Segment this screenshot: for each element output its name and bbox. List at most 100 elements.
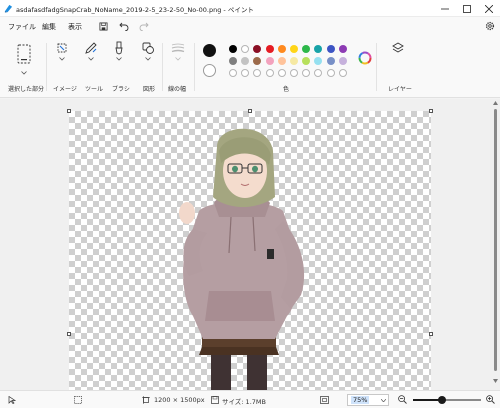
ribbon-divider	[194, 43, 195, 91]
palette-color-swatch[interactable]	[229, 45, 237, 53]
file-size: サイズ: 1.7MB	[222, 398, 266, 406]
redo-button[interactable]	[138, 20, 150, 32]
paint-app-icon	[4, 4, 13, 13]
custom-color-slot[interactable]	[253, 69, 262, 77]
palette-color-swatch[interactable]	[314, 57, 323, 65]
close-button[interactable]	[478, 0, 500, 17]
canvas-area[interactable]	[0, 99, 491, 390]
edit-colors-button[interactable]	[352, 51, 378, 65]
layers-label: レイヤー	[388, 86, 412, 93]
settings-button[interactable]	[484, 20, 496, 32]
selection-icon	[17, 44, 31, 64]
scroll-up-icon[interactable]	[493, 101, 498, 105]
chevron-down-icon	[145, 57, 151, 61]
palette-color-swatch[interactable]	[290, 45, 298, 53]
image-canvas[interactable]	[69, 111, 431, 390]
line-width-icon	[171, 43, 185, 53]
redo-icon	[139, 22, 149, 31]
palette-color-swatch[interactable]	[302, 45, 311, 53]
scrollbar-thumb[interactable]	[494, 109, 497, 371]
minimize-button[interactable]	[434, 0, 456, 17]
shapes-icon	[142, 42, 154, 54]
maximize-button[interactable]	[456, 0, 478, 17]
chevron-down-icon	[175, 57, 181, 61]
primary-color-swatch[interactable]	[203, 44, 216, 57]
palette-color-swatch[interactable]	[338, 45, 347, 53]
custom-color-slot[interactable]	[265, 69, 274, 77]
palette-color-swatch[interactable]	[290, 57, 298, 65]
chevron-down-icon	[88, 57, 94, 61]
palette-color-swatch[interactable]	[265, 45, 274, 53]
zoom-out-icon[interactable]	[398, 395, 407, 404]
shapes-label: 図形	[143, 86, 156, 93]
palette-color-swatch[interactable]	[253, 57, 262, 65]
zoom-value: 75%	[351, 396, 370, 404]
custom-color-slot[interactable]	[241, 69, 250, 77]
custom-color-slot[interactable]	[277, 69, 286, 77]
line-width-tool[interactable]	[165, 41, 191, 61]
palette-color-swatch[interactable]	[265, 57, 274, 65]
menu-edit[interactable]: 編集	[42, 22, 56, 32]
menu-bar: ファイル 編集 表示	[0, 17, 500, 35]
palette-color-swatch[interactable]	[277, 45, 286, 53]
save-button[interactable]	[97, 20, 109, 32]
selection-size-icon	[74, 396, 82, 404]
layers-button[interactable]	[385, 41, 411, 57]
resize-handle[interactable]	[429, 109, 433, 113]
tools-tool[interactable]	[78, 41, 104, 61]
zoom-in-icon[interactable]	[486, 395, 495, 404]
ribbon-divider	[376, 43, 377, 91]
custom-color-slot[interactable]	[338, 69, 347, 77]
resize-handle[interactable]	[67, 332, 71, 336]
color-wheel-icon	[358, 51, 372, 65]
gear-icon	[485, 21, 495, 31]
selection-tool[interactable]	[11, 41, 37, 75]
zoom-slider[interactable]	[413, 396, 481, 404]
line-width-label: 線の幅	[168, 86, 187, 93]
palette-color-swatch[interactable]	[326, 57, 335, 65]
image-label: イメージ	[53, 86, 77, 93]
palette-color-swatch[interactable]	[277, 57, 286, 65]
resize-handle[interactable]	[67, 109, 71, 113]
waving-hand	[179, 202, 195, 224]
ribbon-divider	[46, 43, 47, 91]
custom-color-slot[interactable]	[302, 69, 311, 77]
custom-color-slot[interactable]	[229, 69, 237, 77]
menu-file[interactable]: ファイル	[8, 22, 36, 32]
shapes-tool[interactable]	[135, 41, 161, 61]
colors-label: 色	[283, 86, 290, 93]
save-icon	[98, 21, 108, 31]
zoom-slider-thumb[interactable]	[437, 396, 446, 404]
custom-color-slot[interactable]	[314, 69, 323, 77]
cursor-position-icon	[8, 396, 16, 404]
undo-icon	[119, 22, 129, 31]
menu-view[interactable]: 表示	[68, 22, 82, 32]
brushes-tool[interactable]	[106, 41, 132, 61]
title-bar: asdafasdfadgSnapCrab_NoName_2019-2-5_23-…	[0, 0, 500, 17]
resize-handle[interactable]	[248, 109, 252, 113]
secondary-color-swatch[interactable]	[203, 64, 216, 77]
layers-icon	[392, 42, 404, 53]
vertical-scrollbar[interactable]	[491, 99, 500, 390]
palette-color-swatch[interactable]	[241, 45, 250, 53]
palette-color-swatch[interactable]	[314, 45, 323, 53]
image-tool[interactable]	[49, 41, 75, 61]
zoom-select[interactable]: 75%	[347, 394, 389, 406]
palette-color-swatch[interactable]	[253, 45, 262, 53]
resize-handle[interactable]	[429, 332, 433, 336]
custom-color-slot[interactable]	[326, 69, 335, 77]
character-illustration	[179, 128, 305, 390]
undo-button[interactable]	[118, 20, 130, 32]
scroll-down-icon[interactable]	[493, 379, 498, 383]
palette-color-swatch[interactable]	[338, 57, 347, 65]
hoodie-badge	[267, 249, 274, 259]
window-title: asdafasdfadgSnapCrab_NoName_2019-2-5_23-…	[16, 6, 254, 14]
palette-color-swatch[interactable]	[229, 57, 237, 65]
ribbon-divider	[162, 43, 163, 91]
fit-window-icon[interactable]	[320, 396, 329, 404]
close-icon	[485, 4, 493, 13]
palette-color-swatch[interactable]	[326, 45, 335, 53]
palette-color-swatch[interactable]	[302, 57, 311, 65]
custom-color-slot[interactable]	[290, 69, 298, 77]
palette-color-swatch[interactable]	[241, 57, 250, 65]
